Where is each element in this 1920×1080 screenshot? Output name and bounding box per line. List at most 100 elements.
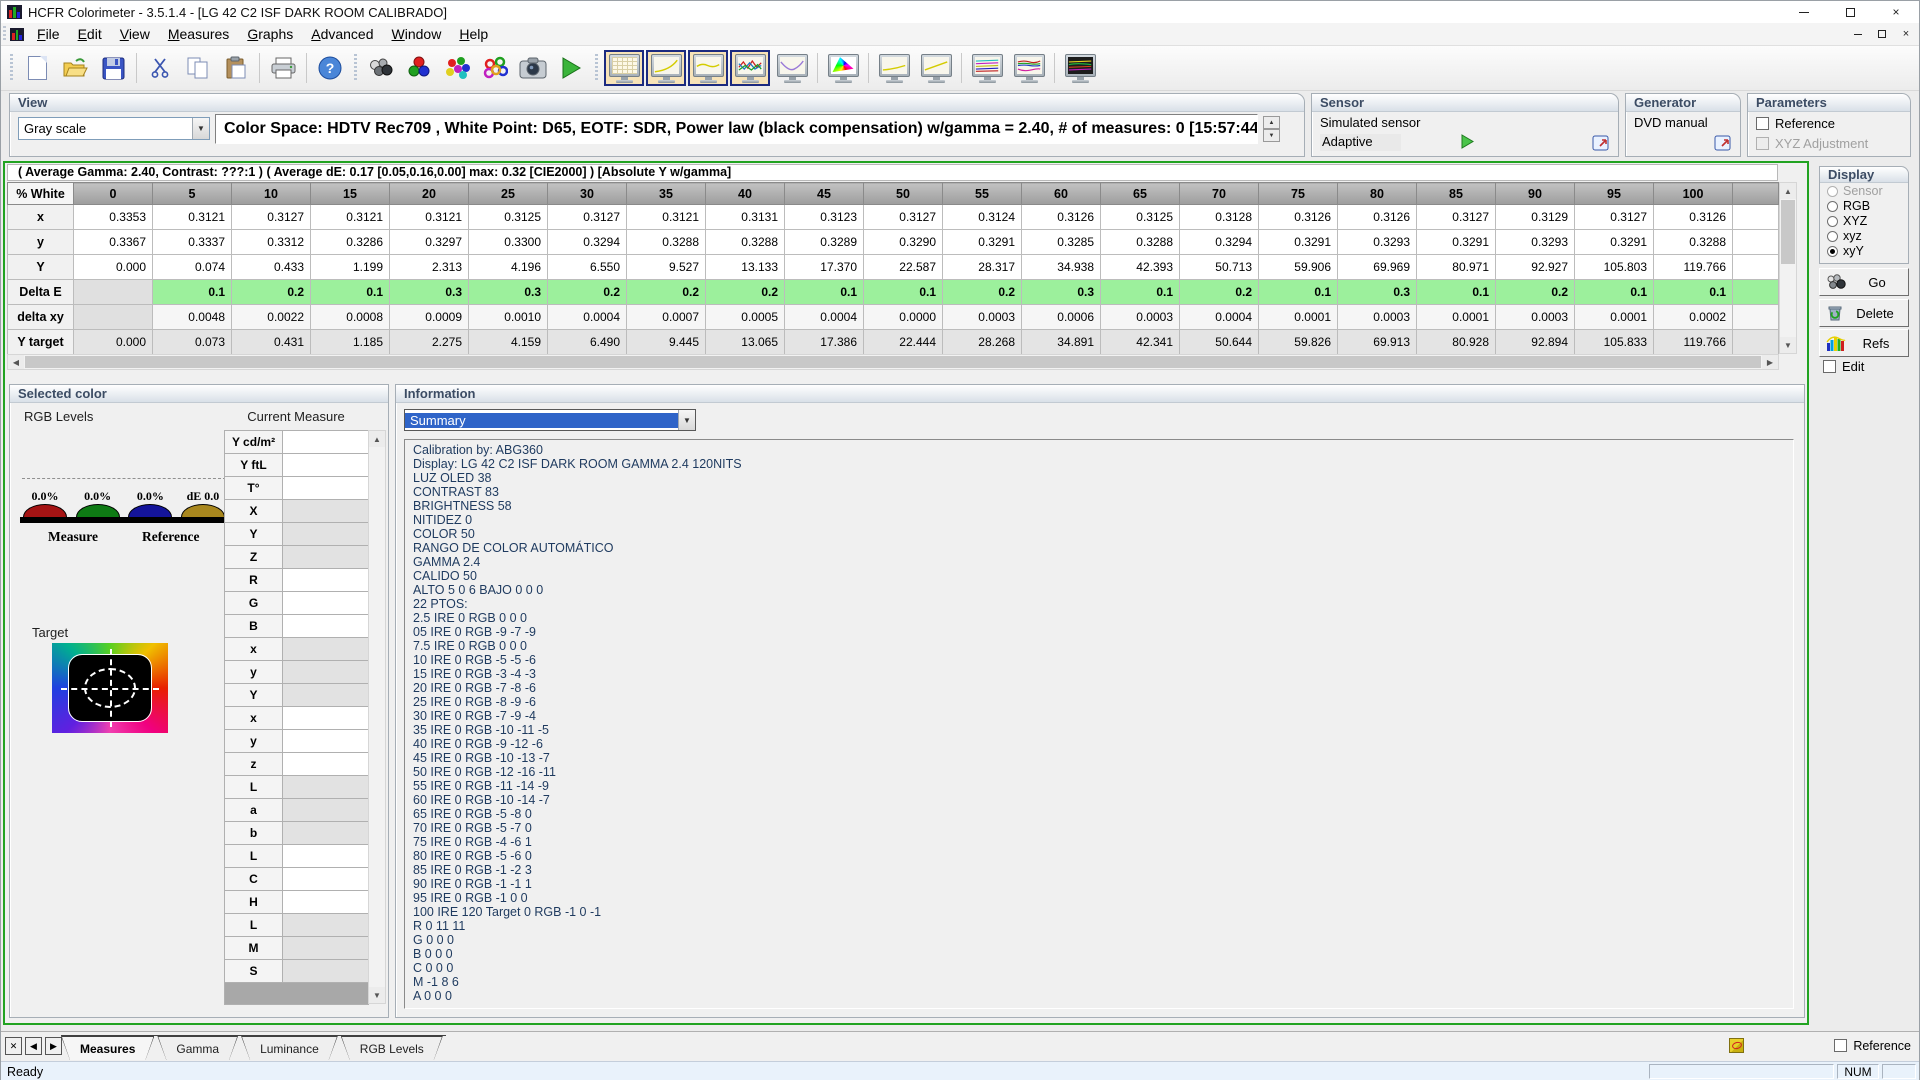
current-measure-value[interactable] [283, 845, 369, 868]
view-mode-select[interactable]: Gray scale ▼ [18, 117, 210, 140]
measure-cell[interactable]: 0.3337 [153, 230, 232, 255]
chevron-down-icon[interactable]: ▼ [192, 118, 209, 139]
measure-cell[interactable]: 0.3293 [1338, 230, 1417, 255]
cut-icon[interactable] [141, 49, 179, 87]
measure-cell[interactable]: 105.833 [1575, 330, 1654, 355]
scroll-down-icon[interactable]: ▼ [369, 987, 385, 1003]
current-measure-value[interactable] [283, 684, 369, 707]
measure-cell[interactable]: 0.3 [1022, 280, 1101, 305]
display-option-xyz[interactable]: XYZ [1820, 213, 1908, 228]
generator-config-button-icon[interactable] [1714, 134, 1734, 152]
maximize-icon[interactable] [1827, 1, 1873, 23]
rgb-measure-icon[interactable] [400, 49, 438, 87]
current-measure-value[interactable] [283, 822, 369, 845]
sensor-config-icon[interactable] [362, 49, 400, 87]
screen-capture-icon[interactable] [514, 49, 552, 87]
scroll-up-icon[interactable]: ▲ [369, 431, 385, 447]
spin-up-icon[interactable]: ▲ [1263, 116, 1280, 129]
measure-cell[interactable]: 0.3 [390, 280, 469, 305]
measure-cell[interactable]: 22.587 [864, 255, 943, 280]
measure-cell[interactable]: 0.3300 [469, 230, 548, 255]
measure-cell[interactable]: 0.0003 [943, 305, 1022, 330]
measure-cell[interactable]: 59.906 [1259, 255, 1338, 280]
tracking-view-icon[interactable] [1009, 50, 1049, 86]
current-measure-value[interactable] [283, 891, 369, 914]
measure-cell[interactable]: 42.393 [1101, 255, 1180, 280]
measure-cell[interactable]: 69.913 [1338, 330, 1417, 355]
measure-cell[interactable]: 0.3297 [390, 230, 469, 255]
measure-cell[interactable]: 0.3288 [627, 230, 706, 255]
measure-cell[interactable]: 0.3291 [1417, 230, 1496, 255]
measure-cell[interactable]: 17.370 [785, 255, 864, 280]
measure-cell[interactable]: 0.433 [232, 255, 311, 280]
measure-cell[interactable]: 0.1 [785, 280, 864, 305]
measure-cell[interactable]: 105.803 [1575, 255, 1654, 280]
gamma-curve-view-icon[interactable] [874, 50, 914, 86]
color-profile-icon[interactable] [1729, 1038, 1744, 1053]
radio-icon[interactable] [1827, 201, 1838, 212]
measure-cell[interactable]: 0.1 [1101, 280, 1180, 305]
measure-cell[interactable]: 0.3294 [1180, 230, 1259, 255]
measures-vertical-scrollbar[interactable]: ▲ ▼ [1779, 182, 1797, 354]
measure-cell[interactable]: 4.159 [469, 330, 548, 355]
measure-cell[interactable]: 0.1 [311, 280, 390, 305]
display-option-xyz[interactable]: xyz [1820, 228, 1908, 243]
measure-cell[interactable]: 0.0008 [311, 305, 390, 330]
measure-cell[interactable]: 0.0010 [469, 305, 548, 330]
measure-cell[interactable]: 0.3121 [311, 205, 390, 230]
measure-cell[interactable]: 92.894 [1496, 330, 1575, 355]
current-measure-value[interactable] [283, 569, 369, 592]
measure-cell[interactable]: 0.074 [153, 255, 232, 280]
measure-cell[interactable]: 0.3288 [1654, 230, 1733, 255]
measure-cell[interactable]: 0.0003 [1338, 305, 1417, 330]
measure-cell[interactable]: 0.0022 [232, 305, 311, 330]
measure-cell[interactable]: 0.3123 [785, 205, 864, 230]
measure-cell[interactable]: 119.766 [1654, 330, 1733, 355]
measure-cell[interactable]: 0.000 [74, 330, 153, 355]
measure-cell[interactable]: 0.3127 [548, 205, 627, 230]
measure-cell[interactable] [74, 280, 153, 305]
measure-cell[interactable]: 17.386 [785, 330, 864, 355]
menu-graphs[interactable]: Graphs [238, 24, 302, 44]
measure-cell[interactable]: 0.0004 [548, 305, 627, 330]
measure-cell[interactable]: 0.3294 [548, 230, 627, 255]
measure-cell[interactable]: 6.490 [548, 330, 627, 355]
rgb-levels-view-icon[interactable] [730, 50, 770, 86]
current-measure-value[interactable] [283, 546, 369, 569]
current-measure-value[interactable] [283, 615, 369, 638]
current-measure-value[interactable] [283, 638, 369, 661]
measure-cell[interactable]: 80.971 [1417, 255, 1496, 280]
tab-gamma[interactable]: Gamma [157, 1036, 238, 1060]
measure-cell[interactable]: 9.445 [627, 330, 706, 355]
current-measure-value[interactable] [283, 454, 369, 477]
mdi-restore-icon[interactable] [1873, 26, 1891, 42]
close-icon[interactable]: × [1873, 1, 1919, 23]
measure-cell[interactable]: 0.2 [706, 280, 785, 305]
scroll-right-icon[interactable]: ▶ [1762, 355, 1778, 369]
measure-cell[interactable]: 0.3126 [1022, 205, 1101, 230]
measure-cell[interactable]: 0.3121 [153, 205, 232, 230]
current-measure-value[interactable] [283, 960, 369, 983]
measure-cell[interactable]: 0.1 [1259, 280, 1338, 305]
measure-cell[interactable]: 0.0001 [1575, 305, 1654, 330]
temperature-view-icon[interactable] [967, 50, 1007, 86]
measure-cell[interactable]: 0.3 [469, 280, 548, 305]
radio-icon[interactable] [1827, 231, 1838, 242]
menu-help[interactable]: Help [450, 24, 497, 44]
chevron-down-icon[interactable]: ▼ [678, 410, 695, 430]
display-option-rgb[interactable]: RGB [1820, 198, 1908, 213]
measure-cell[interactable]: 0.3353 [74, 205, 153, 230]
measure-cell[interactable]: 0.3293 [1496, 230, 1575, 255]
measure-cell[interactable]: 0.0000 [864, 305, 943, 330]
measure-cell[interactable]: 69.969 [1338, 255, 1417, 280]
scroll-left-icon[interactable]: ◀ [8, 355, 24, 369]
help-icon[interactable]: ? [311, 49, 349, 87]
menu-edit[interactable]: Edit [69, 24, 111, 44]
measure-cell[interactable]: 0.3131 [706, 205, 785, 230]
current-measure-value[interactable] [283, 776, 369, 799]
measure-cell[interactable]: 0.0001 [1417, 305, 1496, 330]
measure-cell[interactable]: 0.0003 [1101, 305, 1180, 330]
measure-cell[interactable]: 0.3129 [1496, 205, 1575, 230]
measure-cell[interactable]: 34.938 [1022, 255, 1101, 280]
save-icon[interactable] [94, 49, 132, 87]
